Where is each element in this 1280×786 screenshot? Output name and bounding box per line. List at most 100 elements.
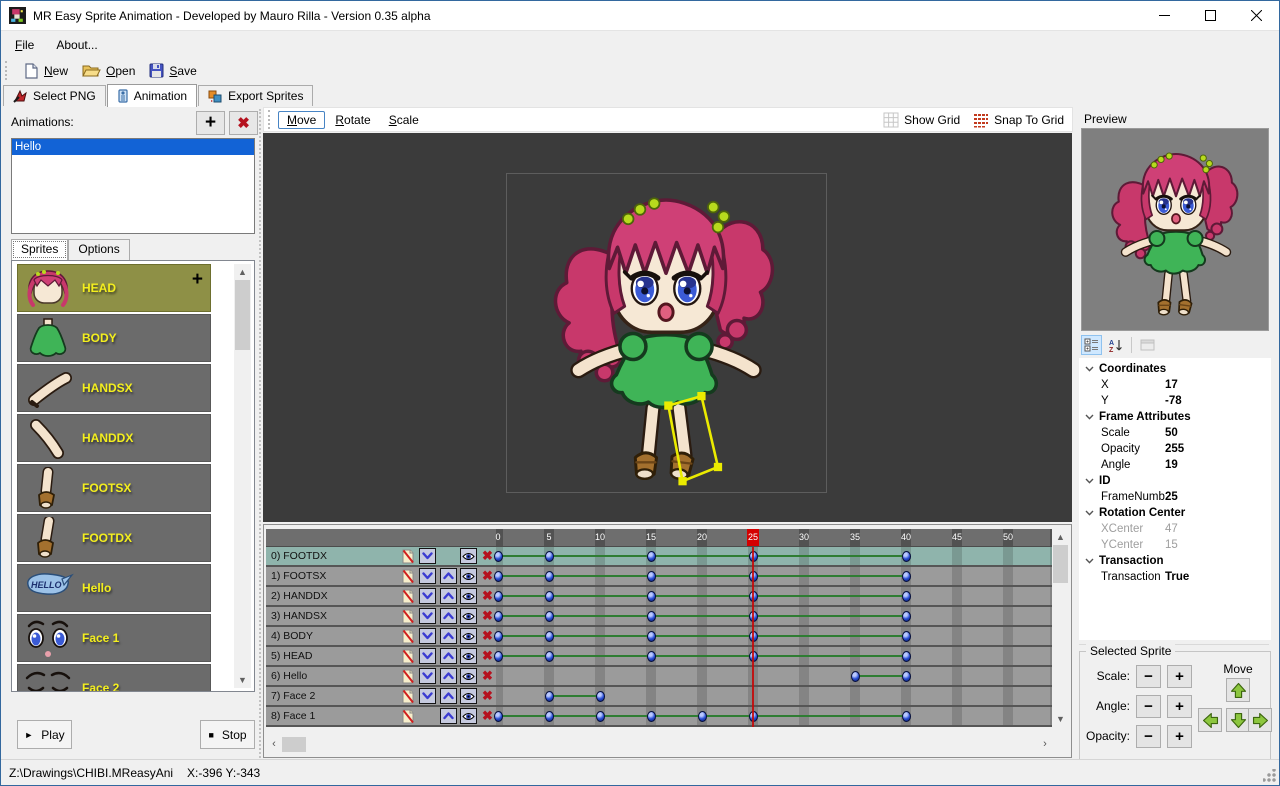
keyframe-frame-40[interactable] <box>902 571 911 582</box>
opacity-plus-button[interactable]: + <box>1167 725 1192 748</box>
show-grid-label[interactable]: Show Grid <box>904 113 960 127</box>
track-visibility-icon[interactable] <box>460 588 477 604</box>
property-category-coordinates[interactable]: Coordinates <box>1079 361 1271 377</box>
timeline-vscrollbar[interactable]: ▲ ▼ <box>1052 529 1069 727</box>
keyframe-frame-15[interactable] <box>647 551 656 562</box>
keyframe-frame-0[interactable] <box>494 611 503 622</box>
add-animation-button[interactable]: + <box>196 111 225 135</box>
panel-splitter[interactable] <box>259 109 262 758</box>
animations-listbox[interactable]: Hello <box>11 138 255 234</box>
keyframe-frame-15[interactable] <box>647 651 656 662</box>
move-down-button[interactable] <box>1226 708 1250 732</box>
frame-tick-20[interactable]: 20 <box>692 529 712 546</box>
track-move-up-icon[interactable] <box>440 668 457 684</box>
open-button[interactable]: Open <box>77 61 140 80</box>
track-edit-icon[interactable] <box>399 708 416 724</box>
tab-export-sprites[interactable]: Export Sprites <box>198 85 313 106</box>
keyframe-frame-40[interactable] <box>902 611 911 622</box>
show-grid-icon[interactable] <box>883 112 899 128</box>
property-y[interactable]: Y-78 <box>1079 393 1271 409</box>
frame-tick-40[interactable]: 40 <box>896 529 916 546</box>
timeline-header[interactable]: 05101520253035404550 <box>266 529 1053 547</box>
track-move-down-icon[interactable] <box>419 688 436 704</box>
keyframe-frame-10[interactable] <box>596 711 605 722</box>
track-move-down-icon[interactable] <box>419 588 436 604</box>
property-opacity[interactable]: Opacity255 <box>1079 441 1271 457</box>
property-category-transaction[interactable]: Transaction <box>1079 553 1271 569</box>
property-angle[interactable]: Angle19 <box>1079 457 1271 473</box>
keyframe-frame-5[interactable] <box>545 651 554 662</box>
scrollbar-thumb[interactable] <box>282 737 306 752</box>
track-visibility-icon[interactable] <box>460 608 477 624</box>
keyframe-frame-40[interactable] <box>902 631 911 642</box>
keyframe-frame-5[interactable] <box>545 691 554 702</box>
track-edit-icon[interactable] <box>399 668 416 684</box>
collapse-chevron-icon[interactable] <box>1079 475 1099 487</box>
sprite-item-face-1[interactable]: Face 1 <box>17 614 211 662</box>
track-move-up-icon[interactable] <box>440 648 457 664</box>
sprite-item-body[interactable]: BODY <box>17 314 211 362</box>
keyframe-frame-15[interactable] <box>647 611 656 622</box>
mode-move-button[interactable]: Move <box>278 111 325 129</box>
sprite-list-scrollbar[interactable]: ▲ ▼ <box>234 264 251 688</box>
property-x[interactable]: X17 <box>1079 377 1271 393</box>
property-scale[interactable]: Scale50 <box>1079 425 1271 441</box>
scroll-up-icon[interactable]: ▲ <box>234 264 251 280</box>
frame-tick-5[interactable]: 5 <box>539 529 559 546</box>
tab-options[interactable]: Options <box>68 239 129 260</box>
collapse-chevron-icon[interactable] <box>1079 363 1099 375</box>
tab-select-png[interactable]: Select PNG <box>3 85 106 106</box>
frame-tick-50[interactable]: 50 <box>998 529 1018 546</box>
timeline-track-1-footsx[interactable]: 1) FOOTSX✖ <box>266 567 1053 587</box>
keyframe-frame-5[interactable] <box>545 591 554 602</box>
keyframe-frame-0[interactable] <box>494 591 503 602</box>
collapse-chevron-icon[interactable] <box>1079 411 1099 423</box>
scroll-up-icon[interactable]: ▲ <box>1052 529 1069 545</box>
frame-tick-15[interactable]: 15 <box>641 529 661 546</box>
scale-minus-button[interactable]: − <box>1136 665 1161 688</box>
keyframe-frame-5[interactable] <box>545 611 554 622</box>
timeline-hscrollbar[interactable]: ‹ › <box>266 736 1053 753</box>
timeline-track-3-handsx[interactable]: 3) HANDSX✖ <box>266 607 1053 627</box>
track-edit-icon[interactable] <box>399 588 416 604</box>
scale-plus-button[interactable]: + <box>1167 665 1192 688</box>
move-right-button[interactable] <box>1248 708 1272 732</box>
keyframe-frame-0[interactable] <box>494 571 503 582</box>
keyframe-frame-15[interactable] <box>647 711 656 722</box>
sprite-item-hello[interactable]: HELLOHello <box>17 564 211 612</box>
scrollbar-thumb[interactable] <box>1053 545 1068 583</box>
track-edit-icon[interactable] <box>399 568 416 584</box>
track-visibility-icon[interactable] <box>460 688 477 704</box>
tab-sprites[interactable]: Sprites <box>11 239 68 260</box>
keyframe-frame-0[interactable] <box>494 551 503 562</box>
resize-grip[interactable] <box>1263 769 1276 782</box>
scrollbar-thumb[interactable] <box>235 280 250 350</box>
keyframe-frame-40[interactable] <box>902 551 911 562</box>
track-move-down-icon[interactable] <box>419 668 436 684</box>
delete-animation-button[interactable]: ✖ <box>229 111 258 135</box>
playhead-line[interactable] <box>752 547 754 727</box>
frame-tick-35[interactable]: 35 <box>845 529 865 546</box>
sprite-item-handdx[interactable]: HANDDX <box>17 414 211 462</box>
track-move-down-icon[interactable] <box>419 548 436 564</box>
track-move-down-icon[interactable] <box>419 608 436 624</box>
track-visibility-icon[interactable] <box>460 628 477 644</box>
sprite-item-handsx[interactable]: HANDSX <box>17 364 211 412</box>
sprite-item-head[interactable]: HEAD+ <box>17 264 211 312</box>
scroll-right-icon[interactable]: › <box>1037 736 1053 753</box>
timeline-track-7-face-2[interactable]: 7) Face 2✖ <box>266 687 1053 707</box>
track-move-up-icon[interactable] <box>440 608 457 624</box>
maximize-button[interactable] <box>1187 1 1233 31</box>
property-framenumbe[interactable]: FrameNumbe25 <box>1079 489 1271 505</box>
track-frames-area[interactable] <box>496 667 1053 685</box>
timeline-track-8-face-1[interactable]: 8) Face 1✖ <box>266 707 1053 727</box>
timeline-track-4-body[interactable]: 4) BODY✖ <box>266 627 1053 647</box>
track-delete-icon[interactable]: ✖ <box>479 668 496 684</box>
track-visibility-icon[interactable] <box>460 668 477 684</box>
track-move-up-icon[interactable] <box>440 628 457 644</box>
keyframe-frame-40[interactable] <box>902 591 911 602</box>
snap-to-grid-label[interactable]: Snap To Grid <box>994 113 1064 127</box>
move-left-button[interactable] <box>1198 708 1222 732</box>
collapse-chevron-icon[interactable] <box>1079 555 1099 567</box>
track-delete-icon[interactable]: ✖ <box>479 688 496 704</box>
